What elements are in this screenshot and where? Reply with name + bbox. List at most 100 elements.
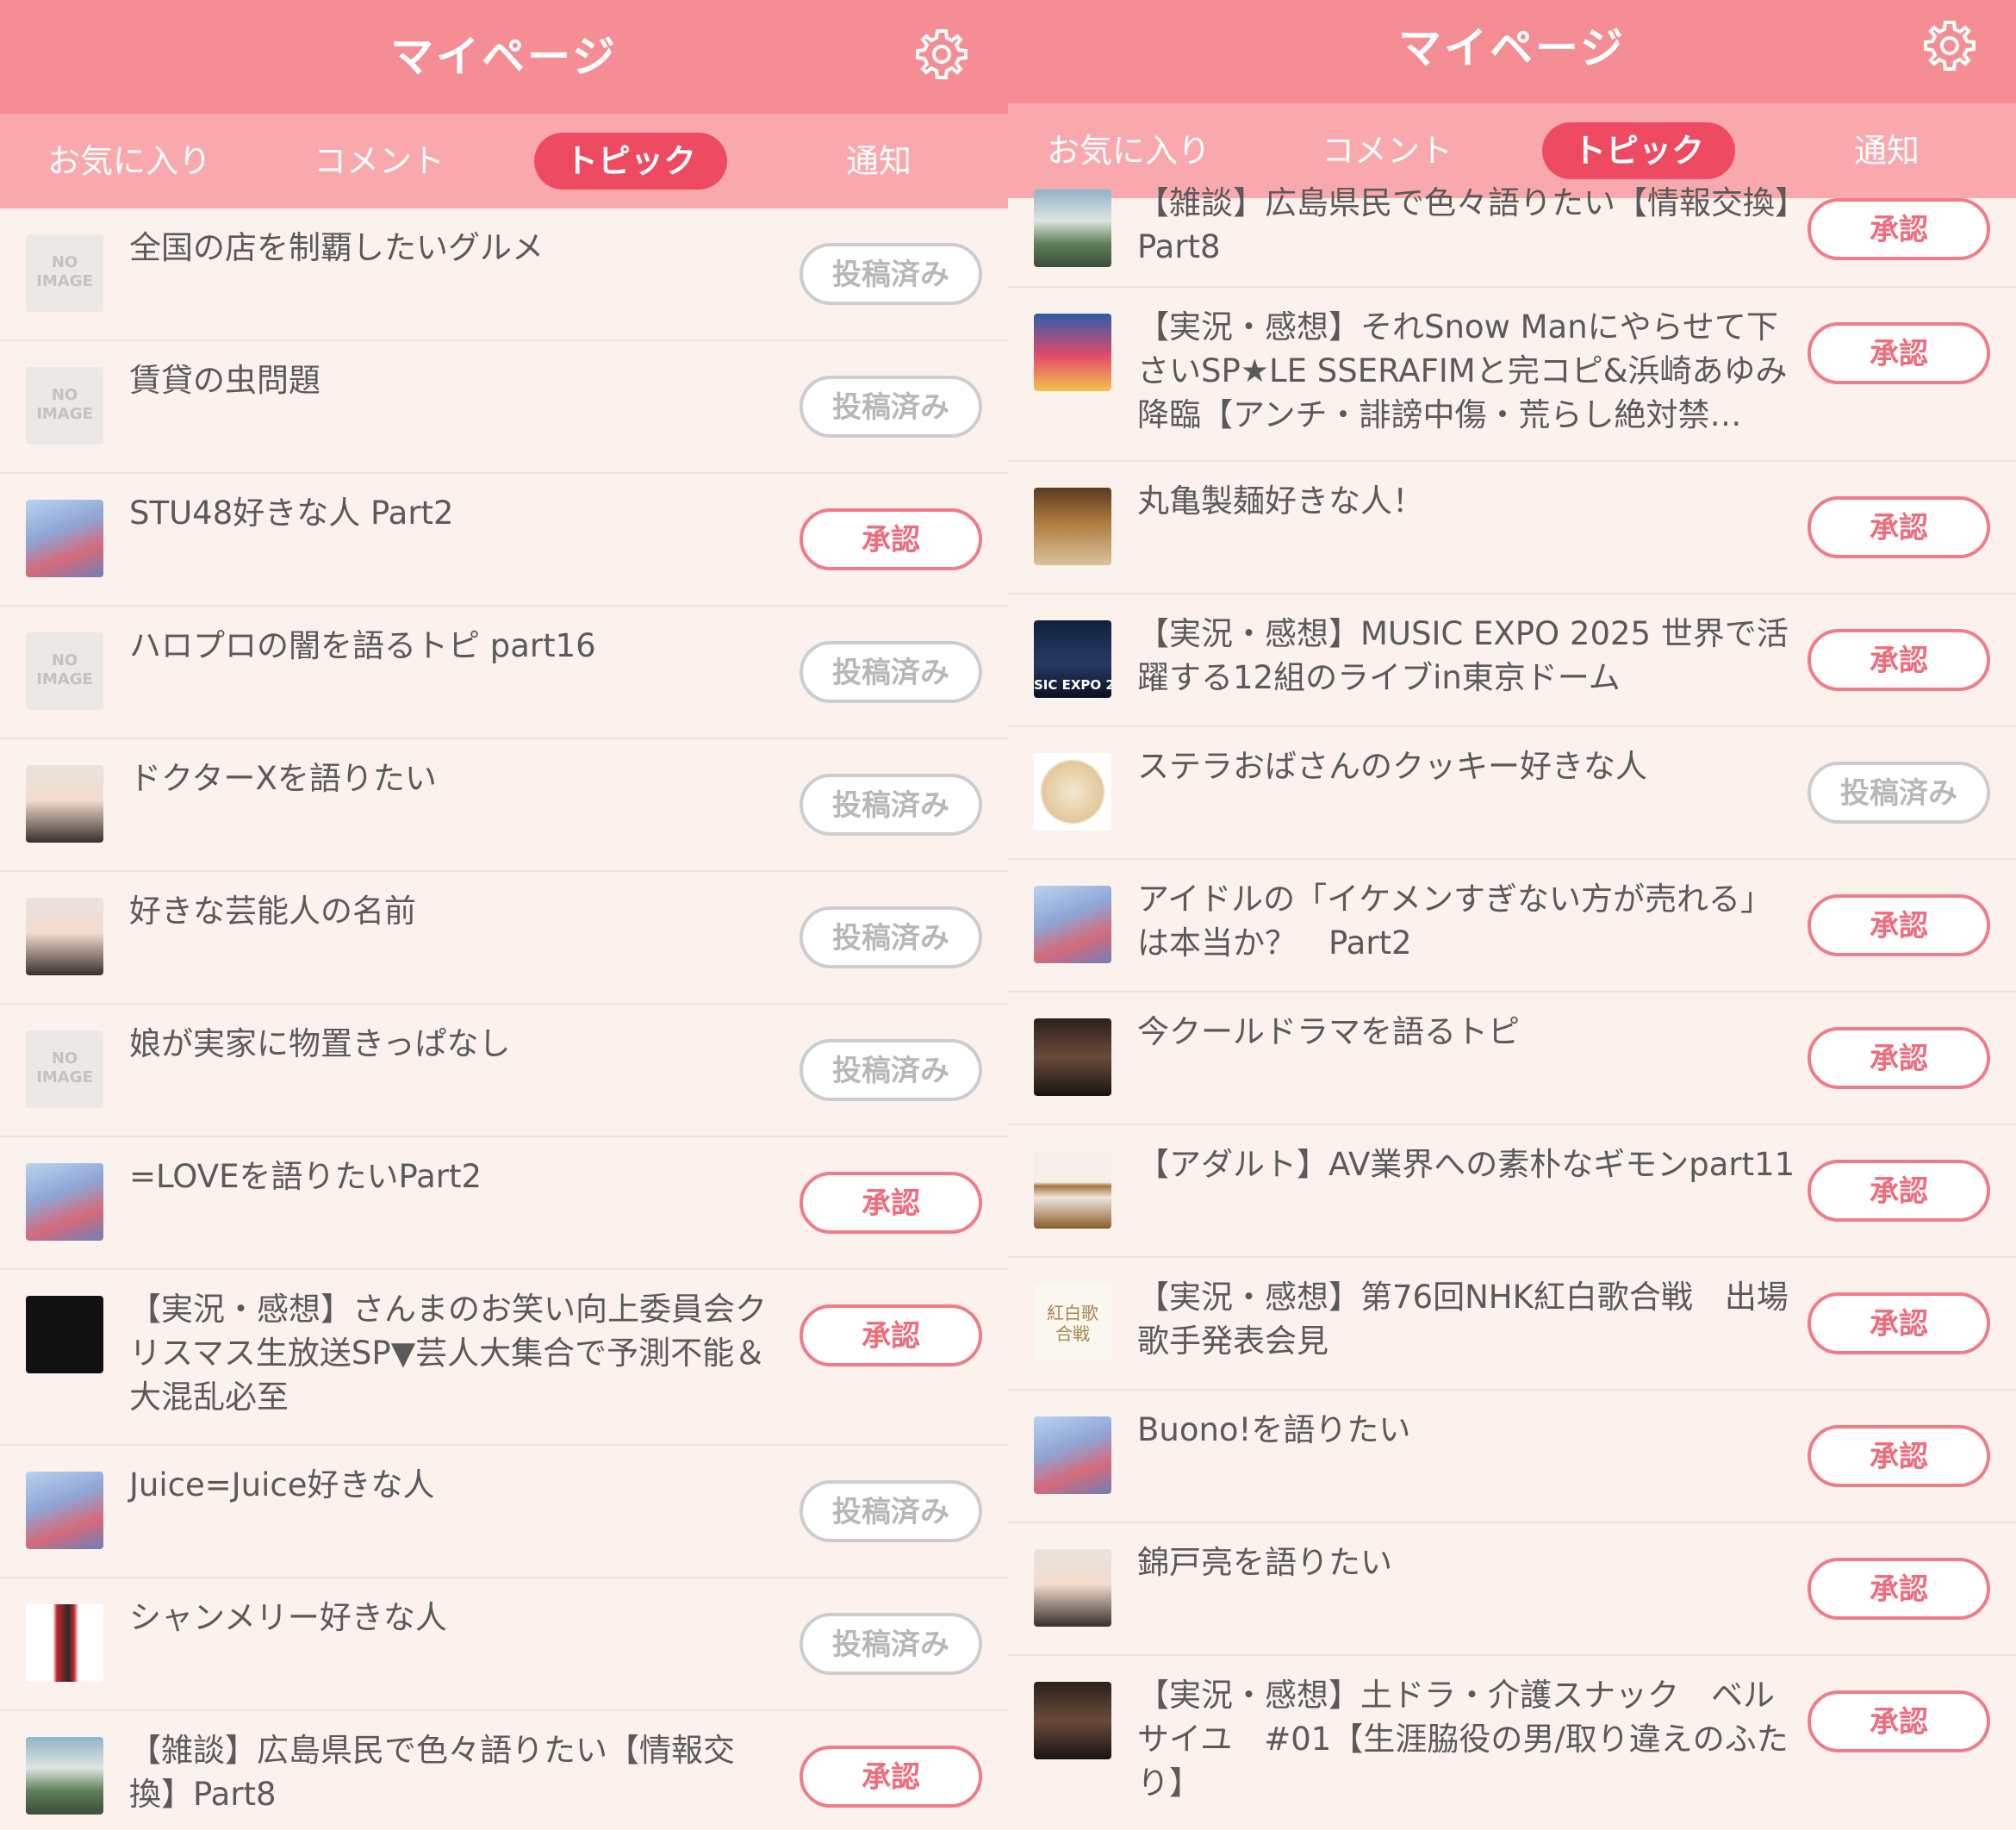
topic-title[interactable]: STU48好きな人 Part2	[129, 491, 775, 535]
topic-row[interactable]: SIC EXPO 2 【実況・感想】MUSIC EXPO 2025 世界で活躍する…	[1008, 594, 2016, 727]
no-image-text: IMAGE	[36, 670, 93, 688]
topic-thumbnail	[1034, 886, 1111, 963]
approve-button[interactable]: 承認	[1808, 1160, 1990, 1222]
app-header: マイページ	[0, 0, 1008, 114]
topic-title[interactable]: 丸亀製麺好きな人！	[1137, 479, 1801, 523]
topic-row[interactable]: =LOVEを語りたいPart2 承認	[0, 1137, 1008, 1270]
posted-status-button[interactable]: 投稿済み	[800, 376, 982, 438]
posted-status-button[interactable]: 投稿済み	[800, 774, 982, 836]
tab-bar: お気に入り コメント トピック 通知	[0, 114, 1008, 209]
topic-row[interactable]: NO IMAGE ハロプロの闇を語るトピ part16 投稿済み	[0, 607, 1008, 739]
approve-button[interactable]: 承認	[1808, 894, 1990, 956]
topic-row[interactable]: 紅白歌合戦 【実況・感想】第76回NHK紅白歌合戦 出場歌手発表会見 承認	[1008, 1258, 2016, 1391]
topic-title[interactable]: 【実況・感想】第76回NHK紅白歌合戦 出場歌手発表会見	[1137, 1275, 1801, 1363]
topic-title[interactable]: 賃貸の虫問題	[129, 358, 775, 402]
approve-button[interactable]: 承認	[800, 508, 982, 570]
topic-title[interactable]: 今クールドラマを語るトピ	[1137, 1010, 1801, 1054]
thumbnail-caption: 紅白歌合戦	[1047, 1303, 1098, 1344]
topic-title[interactable]: 【アダルト】AV業界への素朴なギモンpart11	[1137, 1142, 1801, 1186]
topic-thumbnail	[1034, 314, 1111, 391]
topic-title[interactable]: Buono!を語りたい	[1137, 1408, 1801, 1452]
approve-button[interactable]: 承認	[1808, 1292, 1990, 1354]
posted-status-button[interactable]: 投稿済み	[800, 243, 982, 305]
topic-title[interactable]: 【雑談】広島県民で色々語りたい【情報交換】Part8	[1137, 181, 1801, 269]
topic-row[interactable]: 今クールドラマを語るトピ 承認	[1008, 993, 2016, 1125]
approve-button[interactable]: 承認	[1808, 1690, 1990, 1752]
posted-status-button[interactable]: 投稿済み	[800, 906, 982, 968]
topic-title[interactable]: アイドルの「イケメンすぎない方が売れる」は本当か？ Part2	[1137, 877, 1801, 965]
posted-status-button[interactable]: 投稿済み	[800, 1613, 982, 1675]
approve-button[interactable]: 承認	[1808, 322, 1990, 384]
topic-row[interactable]: STU48好きな人 Part2 承認	[0, 474, 1008, 607]
approve-button[interactable]: 承認	[800, 1304, 982, 1366]
topic-title[interactable]: 好きな芸能人の名前	[129, 889, 775, 933]
approve-button[interactable]: 承認	[800, 1172, 982, 1234]
topic-title[interactable]: 【実況・感想】MUSIC EXPO 2025 世界で活躍する12組のライブin東…	[1137, 612, 1801, 700]
no-image-text: IMAGE	[36, 405, 93, 423]
topic-row[interactable]: Buono!を語りたい 承認	[1008, 1391, 2016, 1523]
topic-title[interactable]: 【実況・感想】さんまのお笑い向上委員会クリスマス生放送SP▼芸人大集合で予測不能…	[129, 1287, 775, 1419]
topic-thumbnail	[26, 1472, 103, 1549]
topic-title[interactable]: 全国の店を制覇したいグルメ	[129, 226, 775, 270]
topic-row[interactable]: Juice=Juice好きな人 投稿済み	[0, 1446, 1008, 1578]
tab-topics[interactable]: トピック	[534, 133, 727, 190]
topic-row[interactable]: ドクターXを語りたい 投稿済み	[0, 739, 1008, 872]
approve-button[interactable]: 承認	[800, 1746, 982, 1808]
topic-thumbnail	[1034, 1549, 1111, 1627]
topic-thumbnail: 紅白歌合戦	[1034, 1284, 1111, 1361]
gear-icon[interactable]	[1921, 17, 1978, 74]
topic-title[interactable]: 錦戸亮を語りたい	[1137, 1541, 1801, 1584]
topic-row[interactable]: アイドルの「イケメンすぎない方が売れる」は本当か？ Part2 承認	[1008, 860, 2016, 993]
topic-row[interactable]: 【実況・感想】土ドラ・介護スナック ベルサイユ #01【生涯脇役の男/取り違えの…	[1008, 1656, 2016, 1830]
topic-thumbnail	[1034, 753, 1111, 831]
posted-status-button[interactable]: 投稿済み	[1808, 762, 1990, 824]
no-image-text: IMAGE	[36, 1068, 93, 1086]
posted-status-button[interactable]: 投稿済み	[800, 641, 982, 703]
app-header: マイページ	[1008, 0, 2016, 103]
topic-title[interactable]: 娘が実家に物置きっぱなし	[129, 1022, 775, 1066]
topic-row[interactable]: 錦戸亮を語りたい 承認	[1008, 1523, 2016, 1656]
topic-row[interactable]: NO IMAGE 賃貸の虫問題 投稿済み	[0, 341, 1008, 474]
topic-row[interactable]: NO IMAGE 娘が実家に物置きっぱなし 投稿済み	[0, 1005, 1008, 1137]
gear-icon[interactable]	[913, 26, 970, 83]
approve-button[interactable]: 承認	[1808, 1027, 1990, 1089]
topic-row[interactable]: 【実況・感想】さんまのお笑い向上委員会クリスマス生放送SP▼芸人大集合で予測不能…	[0, 1270, 1008, 1446]
mypage-screen-right: マイページ お気に入り コメント トピック 通知 【雑談】広島県民で色々語りたい…	[1008, 0, 2016, 1830]
topic-row[interactable]: 【雑談】広島県民で色々語りたい【情報交換】Part8 承認	[1008, 164, 2016, 288]
topic-title[interactable]: ステラおばさんのクッキー好きな人	[1137, 744, 1801, 788]
approve-button[interactable]: 承認	[1808, 629, 1990, 691]
topic-thumbnail	[1034, 190, 1111, 267]
topic-title[interactable]: Juice=Juice好きな人	[129, 1463, 775, 1507]
topic-row[interactable]: 【アダルト】AV業界への素朴なギモンpart11 承認	[1008, 1125, 2016, 1258]
topic-title[interactable]: ドクターXを語りたい	[129, 756, 775, 800]
posted-status-button[interactable]: 投稿済み	[800, 1480, 982, 1542]
topic-row[interactable]: 【雑談】広島県民で色々語りたい【情報交換】Part8 承認	[0, 1711, 1008, 1830]
approve-button[interactable]: 承認	[1808, 1558, 1990, 1620]
topic-title[interactable]: 【実況・感想】土ドラ・介護スナック ベルサイユ #01【生涯脇役の男/取り違えの…	[1137, 1673, 1801, 1805]
posted-status-button[interactable]: 投稿済み	[800, 1039, 982, 1101]
tab-notifications[interactable]: 通知	[801, 133, 956, 190]
topic-title[interactable]: 【雑談】広島県民で色々語りたい【情報交換】Part8	[129, 1728, 775, 1816]
topic-row[interactable]: 丸亀製麺好きな人！ 承認	[1008, 462, 2016, 594]
topic-row[interactable]: 好きな芸能人の名前 投稿済み	[0, 872, 1008, 1005]
tab-comments[interactable]: コメント	[284, 133, 474, 190]
topic-row[interactable]: シャンメリー好きな人 投稿済み	[0, 1578, 1008, 1711]
topic-row[interactable]: ステラおばさんのクッキー好きな人 投稿済み	[1008, 727, 2016, 860]
no-image-text: NO	[51, 651, 78, 669]
topic-title[interactable]: =LOVEを語りたいPart2	[129, 1155, 775, 1198]
topic-title[interactable]: ハロプロの闇を語るトピ part16	[129, 624, 775, 668]
approve-button[interactable]: 承認	[1808, 496, 1990, 558]
topic-thumbnail	[26, 1604, 103, 1682]
topic-thumbnail	[1034, 488, 1111, 565]
topic-row[interactable]: NO IMAGE 全国の店を制覇したいグルメ 投稿済み	[0, 209, 1008, 341]
tab-favorites[interactable]: お気に入り	[34, 133, 224, 190]
no-image-placeholder: NO IMAGE	[26, 632, 103, 710]
topic-row[interactable]: 【実況・感想】それSnow Manにやらせて下さいSP★LE SSERAFIMと…	[1008, 288, 2016, 462]
approve-button[interactable]: 承認	[1808, 1425, 1990, 1487]
topic-thumbnail	[26, 1737, 103, 1814]
topic-title[interactable]: シャンメリー好きな人	[129, 1596, 775, 1640]
topic-thumbnail	[1034, 1416, 1111, 1494]
topic-title[interactable]: 【実況・感想】それSnow Manにやらせて下さいSP★LE SSERAFIMと…	[1137, 305, 1801, 437]
page-title: マイページ	[390, 32, 618, 82]
approve-button[interactable]: 承認	[1808, 198, 1990, 260]
